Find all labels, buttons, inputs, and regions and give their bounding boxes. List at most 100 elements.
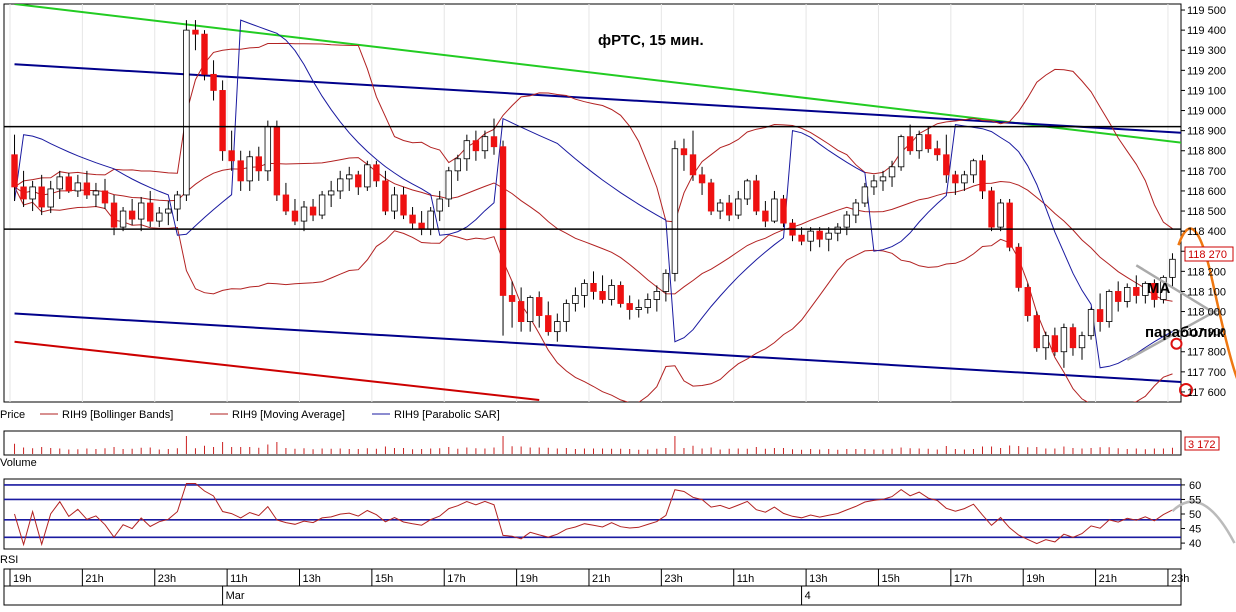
candle-body <box>780 198 787 224</box>
candle-body <box>925 134 932 150</box>
price-tick-label: 117 900 <box>1187 327 1226 339</box>
rsi-tick-label: 60 <box>1189 480 1201 492</box>
candle-body <box>246 156 253 182</box>
candle-body <box>83 182 91 196</box>
candle <box>753 174 760 216</box>
legend-parabolic-sar: RIH9 [Parabolic SAR] <box>394 409 500 421</box>
candle-body <box>934 148 941 156</box>
candle-body <box>671 148 679 274</box>
hour-label: 19h <box>1026 573 1044 585</box>
candle-body <box>219 90 226 152</box>
candle-body <box>74 182 82 192</box>
candle <box>364 160 371 191</box>
candle-body <box>1033 315 1040 349</box>
candle-body <box>300 206 308 222</box>
candle-body <box>273 126 281 196</box>
candle-body <box>626 303 633 310</box>
candle-body <box>816 230 823 240</box>
candle-body <box>1024 287 1031 316</box>
hour-label: 17h <box>954 573 972 585</box>
candle-body <box>1060 327 1068 353</box>
candle-body <box>707 182 715 212</box>
rsi-tick-label: 40 <box>1189 538 1201 550</box>
candle-body <box>282 194 290 212</box>
candle-body <box>463 140 471 160</box>
candle-body <box>355 174 362 188</box>
candle <box>1024 283 1031 322</box>
candle-body <box>906 136 914 152</box>
candle-body <box>472 140 480 152</box>
price-tick-label: 118 400 <box>1187 226 1226 238</box>
candle-body <box>174 194 181 210</box>
candle-body <box>1105 291 1113 322</box>
last-price-badge: 118 270 <box>1184 246 1234 262</box>
hour-label: 15h <box>881 573 899 585</box>
candle-body <box>445 170 452 200</box>
candle-body <box>156 212 163 222</box>
candle-body <box>771 198 778 222</box>
candle-body <box>373 164 380 182</box>
candle-body <box>255 156 262 172</box>
candle-body <box>1087 309 1095 337</box>
candle-body <box>807 230 814 242</box>
candle-body <box>680 148 688 156</box>
hour-label: 13h <box>809 573 827 585</box>
candle-body <box>698 174 706 184</box>
rsi-axis: 60 55 50 45 40 <box>1181 480 1201 550</box>
rsi-tick-label: 50 <box>1189 509 1201 521</box>
price-tick-label: 118 900 <box>1187 126 1226 138</box>
price-tick-label: 118 000 <box>1187 307 1226 319</box>
price-tick-label: 119 500 <box>1187 5 1226 17</box>
candle-body <box>56 176 63 190</box>
price-tick-label: 117 600 <box>1187 387 1226 399</box>
candle <box>1087 307 1095 340</box>
candle-body <box>753 180 760 212</box>
candle-body <box>264 126 272 172</box>
candle-body <box>29 186 36 200</box>
candle-body <box>364 164 371 188</box>
price-tick-label: 119 400 <box>1187 25 1226 37</box>
candle-body <box>382 180 389 212</box>
candle-body <box>834 226 841 234</box>
candle-body <box>65 176 73 192</box>
candle <box>1015 243 1022 292</box>
candle-body <box>961 174 968 184</box>
candle-body <box>38 186 45 208</box>
price-tick-label: 119 100 <box>1187 85 1226 97</box>
candle-body <box>1114 291 1122 302</box>
candle-body <box>228 150 235 162</box>
candle-body <box>101 190 109 204</box>
candle-body <box>716 202 724 212</box>
candle-body <box>762 210 769 222</box>
candle-body <box>662 272 670 292</box>
hour-label: 23h <box>1171 573 1189 585</box>
candle-body <box>1051 335 1059 353</box>
rsi-panel <box>3 478 1182 550</box>
price-tick-label: 118 100 <box>1187 286 1226 298</box>
date-label: Mar <box>226 590 245 602</box>
candle-body <box>536 297 543 316</box>
candle-body <box>11 154 18 188</box>
candle-body <box>508 295 516 302</box>
candle-body <box>1169 258 1176 278</box>
candle <box>617 281 624 308</box>
price-tick-label: 119 000 <box>1187 106 1226 118</box>
candle-body <box>436 198 443 212</box>
candle-body <box>137 202 145 220</box>
candle-body <box>825 232 832 240</box>
candle-body <box>1133 287 1140 296</box>
candle-body <box>563 303 570 322</box>
candle-body <box>526 297 534 322</box>
candle-body <box>318 194 326 216</box>
candle <box>183 20 190 201</box>
price-tick-label: 118 700 <box>1187 166 1226 178</box>
candle-body <box>454 158 462 172</box>
candle-body <box>336 178 344 192</box>
hour-label: 23h <box>158 573 176 585</box>
candle-body <box>843 214 851 228</box>
candle-body <box>689 154 697 176</box>
candle-body <box>391 194 398 212</box>
candle-body <box>327 190 335 196</box>
date-label: 4 <box>805 590 811 602</box>
candle-body <box>581 283 588 296</box>
